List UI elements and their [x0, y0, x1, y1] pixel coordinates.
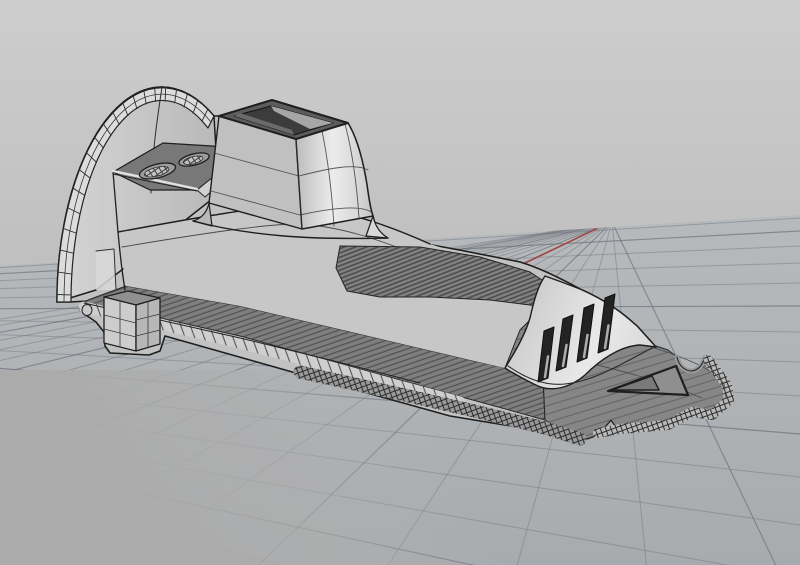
dome-step-face	[96, 249, 116, 290]
attachment-block[interactable]	[103, 290, 161, 352]
viewport-canvas[interactable]	[0, 0, 800, 565]
rail-left-cap	[81, 304, 93, 316]
cad-viewport[interactable]	[0, 0, 800, 565]
